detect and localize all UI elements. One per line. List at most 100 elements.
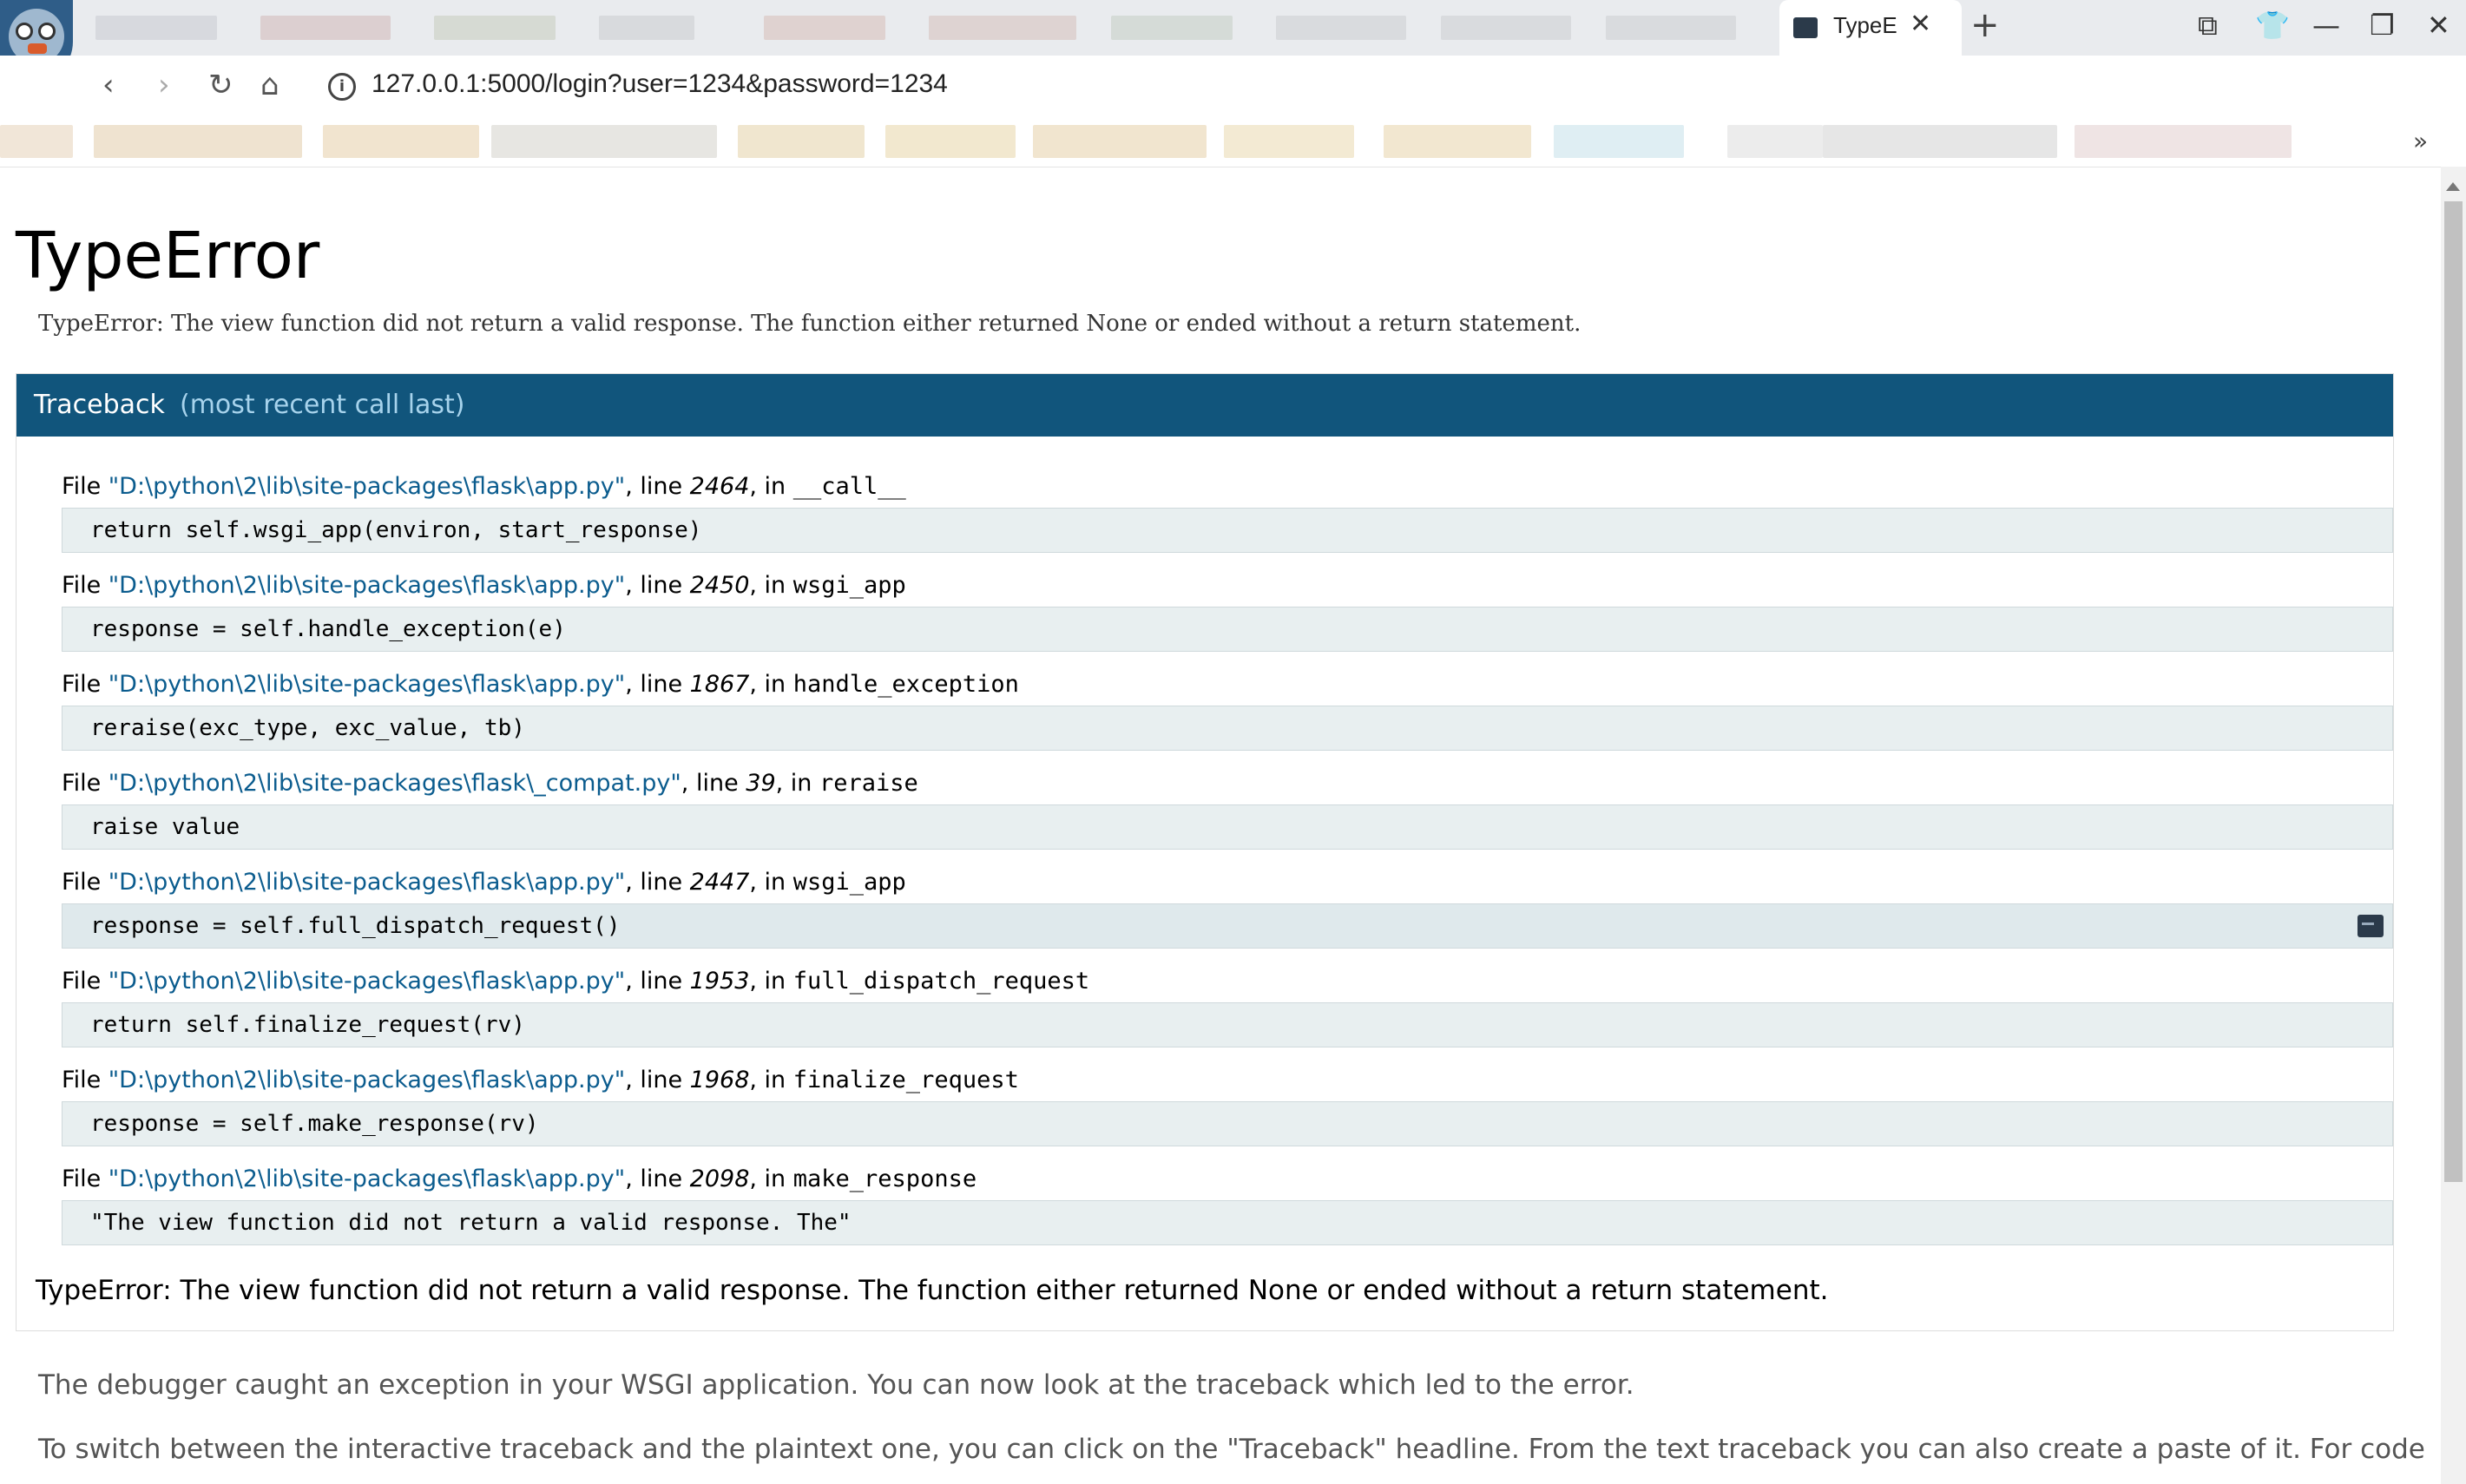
bookmark-item[interactable] bbox=[323, 125, 479, 158]
address-bar: ‹ › ↻ ⌂ i 127.0.0.1:5000/login?user=1234… bbox=[0, 56, 2466, 118]
bookmark-item[interactable] bbox=[1823, 125, 2057, 158]
bookmark-item[interactable] bbox=[885, 125, 1016, 158]
bookmark-item[interactable] bbox=[738, 125, 865, 158]
bookmark-item[interactable] bbox=[2075, 125, 2292, 158]
background-tab[interactable] bbox=[95, 16, 217, 40]
traceback-frame: File "D:\python\2\lib\site-packages\flas… bbox=[62, 1067, 2393, 1146]
frame-location: File "D:\python\2\lib\site-packages\flas… bbox=[62, 1067, 1019, 1093]
file-label: File bbox=[62, 572, 109, 599]
in-label: , in bbox=[749, 671, 793, 698]
background-tab[interactable] bbox=[764, 16, 885, 40]
in-label: , in bbox=[749, 869, 793, 896]
code-line[interactable]: reraise(exc_type, exc_value, tb) bbox=[62, 706, 2393, 751]
close-tab-icon[interactable]: ✕ bbox=[1910, 9, 1931, 39]
home-icon[interactable]: ⌂ bbox=[260, 68, 279, 102]
restore-icon[interactable]: ❐ bbox=[2370, 9, 2395, 42]
frame-location: File "D:\python\2\lib\site-packages\flas… bbox=[62, 671, 1019, 698]
traceback-frame: File "D:\python\2\lib\site-packages\flas… bbox=[62, 572, 2393, 652]
file-label: File bbox=[62, 770, 109, 797]
scroll-thumb[interactable] bbox=[2444, 201, 2463, 1182]
new-tab-icon[interactable]: + bbox=[1970, 5, 2000, 45]
code-line[interactable]: response = self.make_response(rv) bbox=[62, 1101, 2393, 1146]
error-message: TypeError: The view function did not ret… bbox=[38, 311, 1582, 337]
bookmark-item[interactable] bbox=[1384, 125, 1531, 158]
code-text: raise value bbox=[90, 814, 240, 840]
in-label: , in bbox=[775, 770, 820, 797]
frame-line-number: 1953 bbox=[689, 968, 750, 995]
traceback-title[interactable]: Traceback bbox=[34, 390, 165, 420]
frame-filename: "D:\python\2\lib\site-packages\flask\app… bbox=[108, 671, 626, 698]
line-label: , line bbox=[681, 770, 746, 797]
background-tab[interactable] bbox=[260, 16, 391, 40]
bookmark-item[interactable] bbox=[1224, 125, 1354, 158]
extensions-icon[interactable]: ⧉ bbox=[2198, 9, 2218, 43]
frame-location: File "D:\python\2\lib\site-packages\flas… bbox=[62, 1166, 977, 1192]
background-tab[interactable] bbox=[1111, 16, 1233, 40]
open-console-icon[interactable] bbox=[2357, 915, 2384, 937]
background-tab[interactable] bbox=[1441, 16, 1571, 40]
file-label: File bbox=[62, 1166, 109, 1192]
url-field[interactable]: 127.0.0.1:5000/login?user=1234&password=… bbox=[372, 69, 948, 99]
in-label: , in bbox=[749, 968, 793, 995]
traceback-frame: File "D:\python\2\lib\site-packages\flas… bbox=[62, 770, 2393, 850]
file-label: File bbox=[62, 473, 109, 500]
line-label: , line bbox=[625, 1067, 690, 1093]
code-text: return self.finalize_request(rv) bbox=[90, 1012, 525, 1038]
code-line[interactable]: return self.wsgi_app(environ, start_resp… bbox=[62, 508, 2393, 553]
frame-function: handle_exception bbox=[792, 671, 1019, 698]
background-tab[interactable] bbox=[1276, 16, 1406, 40]
page-scrollbar[interactable] bbox=[2441, 167, 2466, 1484]
in-label: , in bbox=[749, 1067, 793, 1093]
site-info-icon[interactable]: i bbox=[328, 73, 356, 101]
background-tab[interactable] bbox=[434, 16, 556, 40]
bookmark-item[interactable] bbox=[94, 125, 302, 158]
forward-icon[interactable]: › bbox=[158, 68, 170, 102]
background-tab[interactable] bbox=[929, 16, 1076, 40]
traceback-header[interactable]: Traceback (most recent call last) bbox=[16, 374, 2393, 437]
traceback-frame: File "D:\python\2\lib\site-packages\flas… bbox=[62, 869, 2393, 949]
tab-typeerror[interactable]: TypeE ✕ bbox=[1779, 0, 1962, 56]
frame-line-number: 39 bbox=[746, 770, 776, 797]
code-line[interactable]: return self.finalize_request(rv) bbox=[62, 1002, 2393, 1047]
scroll-up-icon[interactable] bbox=[2446, 182, 2460, 191]
line-label: , line bbox=[625, 869, 690, 896]
code-text: response = self.handle_exception(e) bbox=[90, 616, 566, 642]
code-text: return self.wsgi_app(environ, start_resp… bbox=[90, 517, 702, 543]
code-line[interactable]: response = self.full_dispatch_request() bbox=[62, 903, 2393, 949]
frame-function: full_dispatch_request bbox=[792, 968, 1090, 995]
traceback-frame: File "D:\python\2\lib\site-packages\flas… bbox=[62, 671, 2393, 751]
shirt-icon[interactable]: 👕 bbox=[2255, 9, 2290, 42]
final-error-message: TypeError: The view function did not ret… bbox=[36, 1275, 1829, 1306]
in-label: , in bbox=[749, 1166, 793, 1192]
background-tab[interactable] bbox=[1606, 16, 1736, 40]
frame-line-number: 2098 bbox=[689, 1166, 750, 1192]
line-label: , line bbox=[625, 968, 690, 995]
bookmark-item[interactable] bbox=[1727, 125, 1823, 158]
back-icon[interactable]: ‹ bbox=[102, 68, 115, 102]
frame-line-number: 2450 bbox=[689, 572, 750, 599]
frame-filename: "D:\python\2\lib\site-packages\flask\app… bbox=[108, 968, 626, 995]
frame-function: wsgi_app bbox=[792, 572, 906, 599]
file-label: File bbox=[62, 968, 109, 995]
reload-icon[interactable]: ↻ bbox=[208, 68, 233, 102]
bookmark-item[interactable] bbox=[491, 125, 717, 158]
frame-line-number: 1867 bbox=[689, 671, 750, 698]
close-window-icon[interactable]: ✕ bbox=[2427, 9, 2450, 42]
code-line[interactable]: "The view function did not return a vali… bbox=[62, 1200, 2393, 1245]
frame-line-number: 1968 bbox=[689, 1067, 750, 1093]
file-label: File bbox=[62, 671, 109, 698]
bookmark-item[interactable] bbox=[1033, 125, 1207, 158]
code-line[interactable]: response = self.handle_exception(e) bbox=[62, 607, 2393, 652]
frame-function: __call__ bbox=[792, 473, 906, 500]
minimize-icon[interactable]: — bbox=[2312, 9, 2340, 42]
file-label: File bbox=[62, 1067, 109, 1093]
traceback-frame: File "D:\python\2\lib\site-packages\flas… bbox=[62, 1166, 2393, 1245]
code-text: reraise(exc_type, exc_value, tb) bbox=[90, 715, 525, 741]
bookmark-item[interactable] bbox=[1554, 125, 1684, 158]
bookmark-overflow-icon[interactable]: » bbox=[2413, 127, 2428, 155]
code-line[interactable]: raise value bbox=[62, 804, 2393, 850]
bookmark-item[interactable] bbox=[0, 125, 73, 158]
frame-filename: "D:\python\2\lib\site-packages\flask\app… bbox=[108, 869, 626, 896]
frame-function: wsgi_app bbox=[792, 869, 906, 896]
background-tab[interactable] bbox=[599, 16, 694, 40]
